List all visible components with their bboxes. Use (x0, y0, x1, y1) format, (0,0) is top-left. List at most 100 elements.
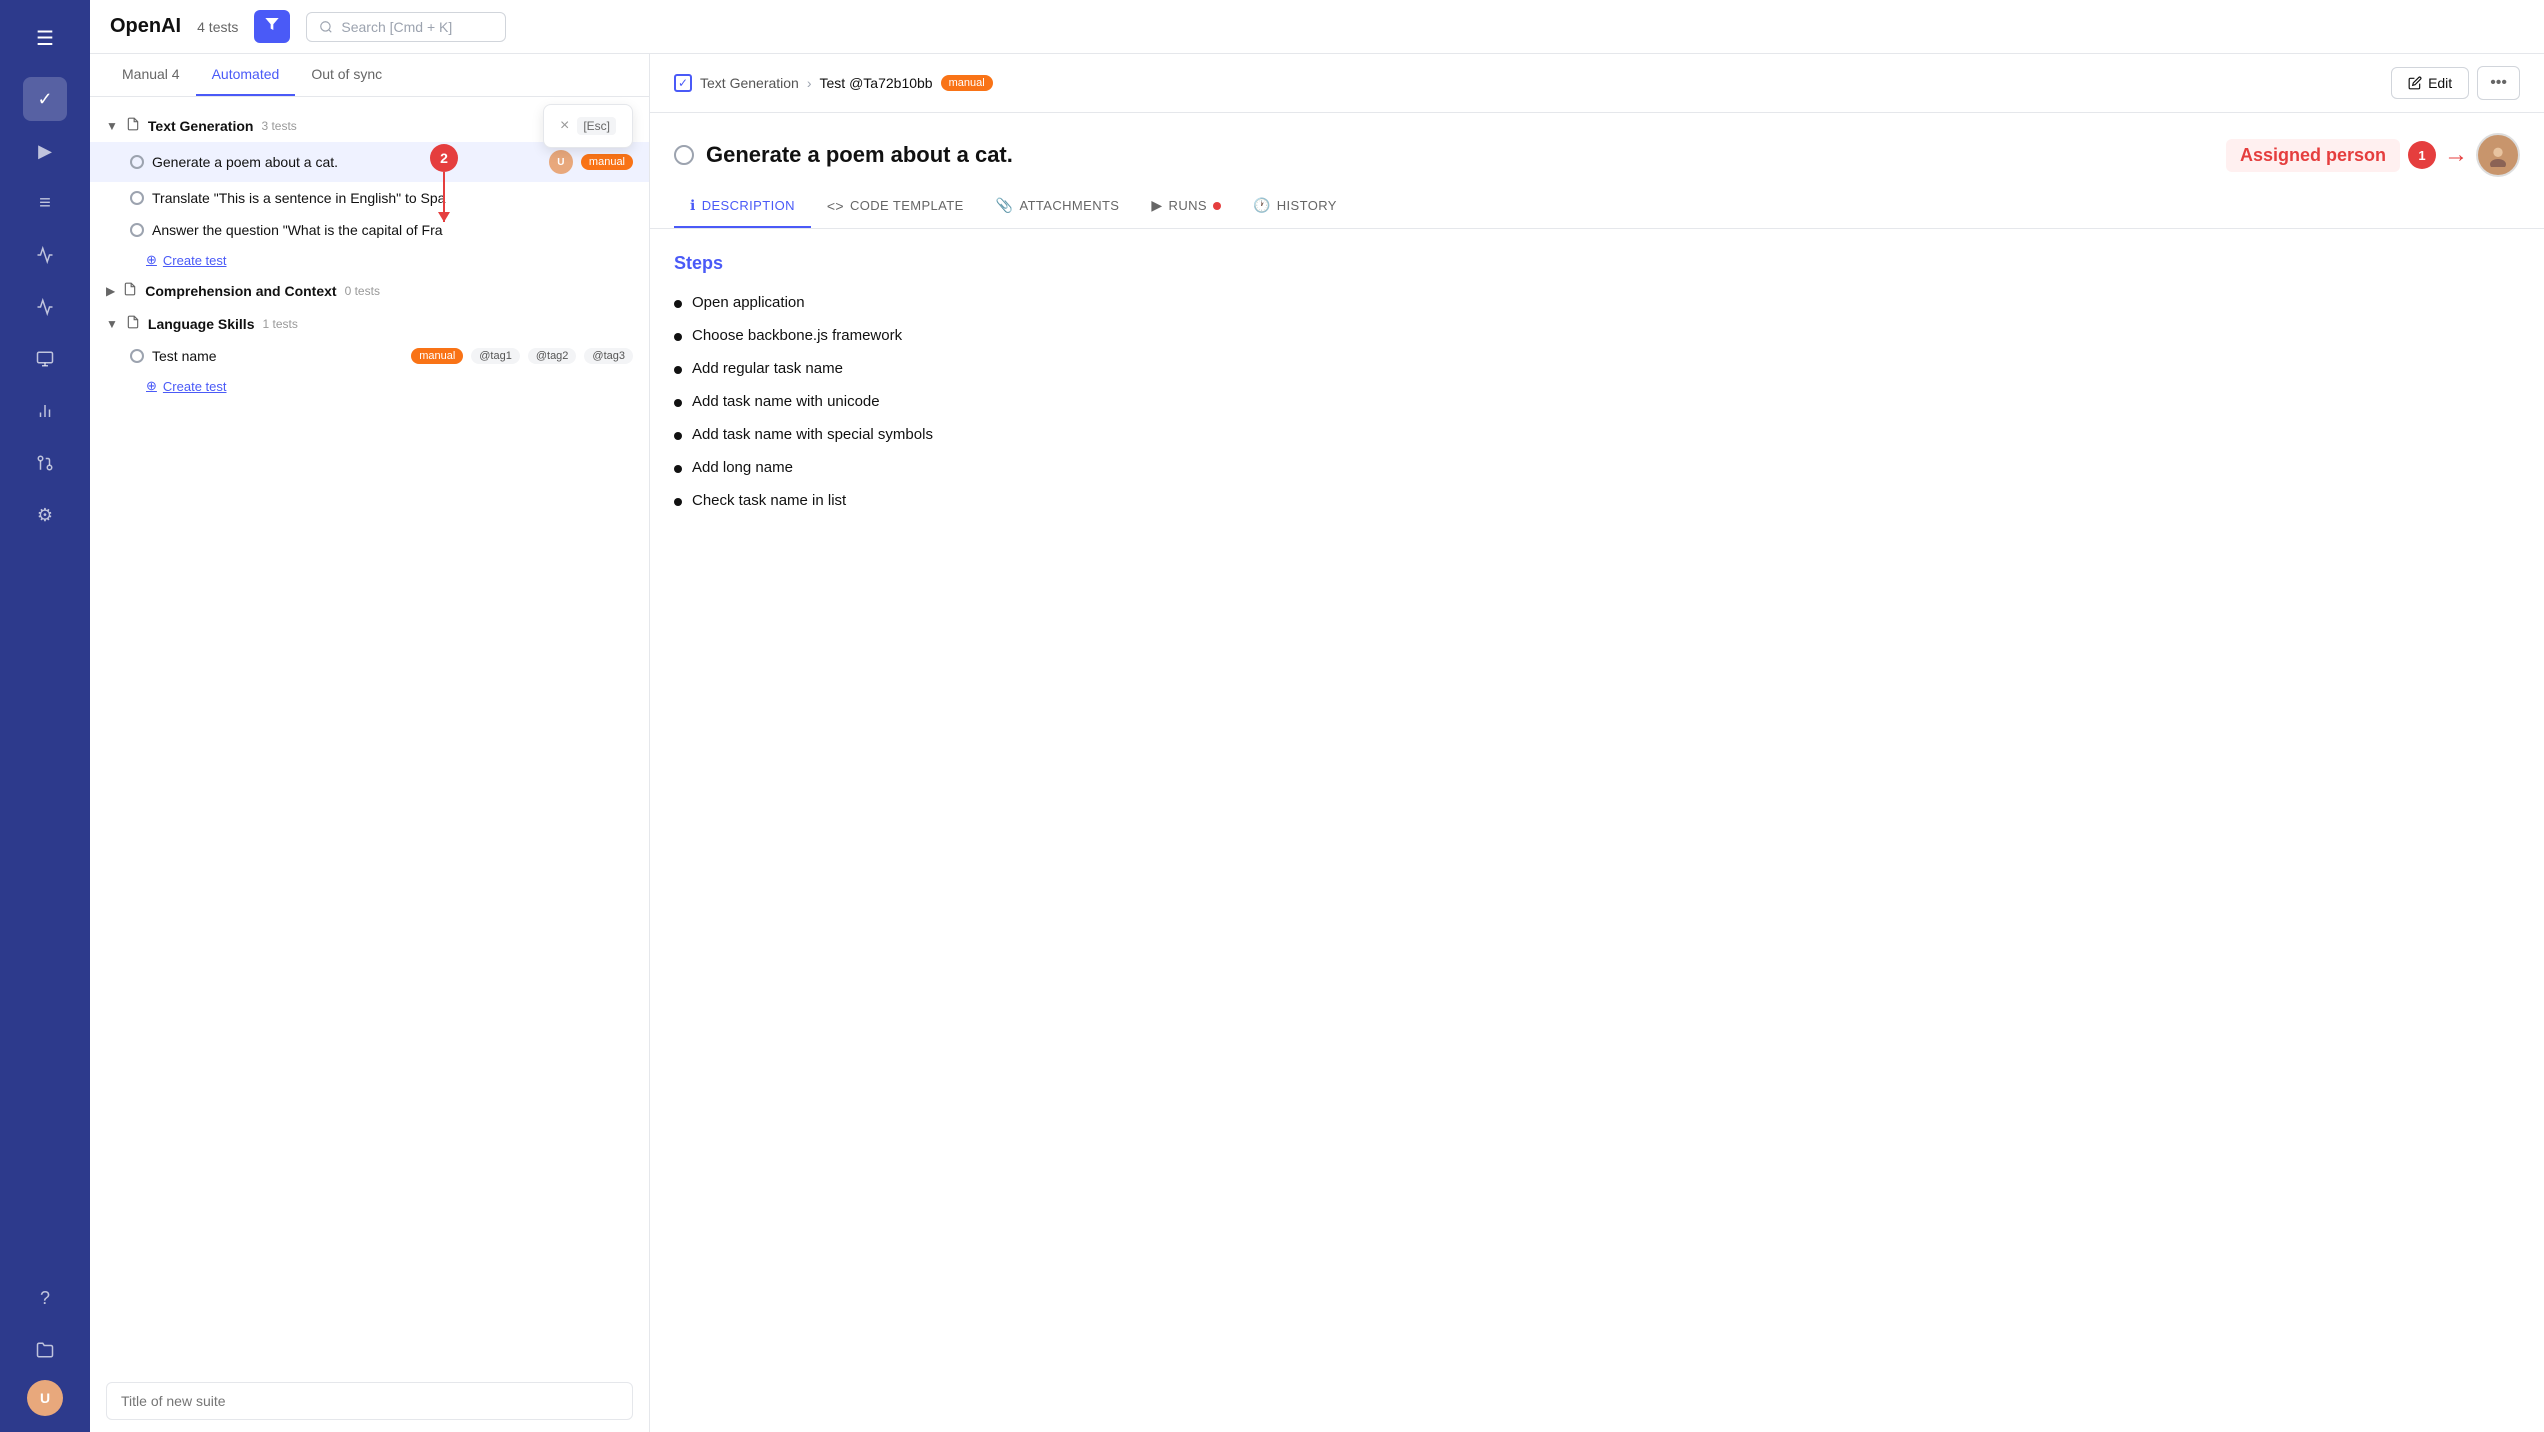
nav-icon-git[interactable] (23, 441, 67, 485)
chevron-icon: ▼ (106, 119, 118, 133)
test-item-capital[interactable]: Answer the question "What is the capital… (90, 214, 649, 246)
test-radio-icon (130, 349, 144, 363)
step-text: Check task name in list (692, 492, 846, 509)
nav-icon-help[interactable]: ? (23, 1276, 67, 1320)
tag-badge-3: @tag3 (584, 348, 633, 364)
tab-runs-label: RUNS (1169, 198, 1207, 213)
runs-badge-dot (1213, 202, 1221, 210)
test-name: Generate a poem about a cat. (152, 154, 541, 170)
nav-icon-steps[interactable] (23, 233, 67, 277)
assigned-person-highlight: Assigned person (2226, 139, 2400, 172)
assigned-avatar[interactable] (2476, 133, 2520, 177)
test-item-poem[interactable]: Generate a poem about a cat. U manual (90, 142, 649, 182)
avatar-image (2486, 143, 2510, 167)
tab-attachments[interactable]: 📎 ATTACHMENTS (980, 185, 1136, 228)
right-panel: ✓ Text Generation › Test @Ta72b10bb manu… (650, 54, 2544, 1432)
suite-name: Comprehension and Context (145, 283, 336, 299)
step-bullet-icon (674, 300, 682, 308)
test-radio-icon (130, 155, 144, 169)
assigned-arrow-icon: → (2444, 141, 2468, 169)
edit-button[interactable]: Edit (2391, 67, 2469, 99)
suite-icon (126, 117, 140, 134)
tab-code-template[interactable]: <> CODE TEMPLATE (811, 185, 980, 228)
title-radio-icon (674, 145, 694, 165)
nav-icon-list[interactable]: ≡ (23, 181, 67, 225)
step-item: Add long name (674, 459, 2520, 476)
code-icon: <> (827, 198, 844, 214)
tab-description[interactable]: ℹ DESCRIPTION (674, 185, 811, 228)
test-name: Test name (152, 348, 403, 364)
close-icon[interactable]: × (560, 117, 569, 135)
filter-button[interactable] (254, 10, 290, 43)
create-test-link-2[interactable]: ⊕ Create test (90, 372, 649, 400)
nav-icon-folder[interactable] (23, 1328, 67, 1372)
tests-count: 4 tests (197, 19, 238, 35)
assigned-person-area: Assigned person 1 → (2226, 133, 2520, 177)
history-icon: 🕐 (1253, 197, 1271, 214)
tab-attachments-label: ATTACHMENTS (1020, 198, 1120, 213)
test-item-translate[interactable]: Translate "This is a sentence in English… (90, 182, 649, 214)
left-panel: Manual 4 Automated Out of sync × [Esc] 2… (90, 54, 650, 1432)
annotation-badge: 2 (430, 144, 458, 172)
tag-badge-1: @tag1 (471, 348, 520, 364)
annotation-arrow (443, 172, 445, 222)
breadcrumb: ✓ Text Generation › Test @Ta72b10bb manu… (674, 74, 993, 92)
nav-icon-terminal[interactable] (23, 337, 67, 381)
more-button[interactable]: ••• (2477, 66, 2520, 100)
test-item-test-name[interactable]: Test name manual @tag1 @tag2 @tag3 (90, 340, 649, 372)
create-test-label: Create test (163, 253, 227, 268)
test-radio-icon (130, 223, 144, 237)
arrow-annotation: 2 (430, 144, 458, 222)
user-avatar-nav[interactable]: U (27, 1380, 63, 1416)
step-text: Choose backbone.js framework (692, 327, 902, 344)
suite-icon (123, 282, 137, 299)
search-icon (319, 20, 333, 34)
suite-icon (126, 315, 140, 332)
hamburger-menu[interactable]: ☰ (26, 16, 64, 61)
search-placeholder: Search [Cmd + K] (341, 19, 452, 35)
main-content: OpenAI 4 tests Search [Cmd + K] Manual 4… (90, 0, 2544, 1432)
suite-language-skills[interactable]: ▼ Language Skills 1 tests (90, 307, 649, 340)
breadcrumb-suite[interactable]: Text Generation (700, 75, 799, 91)
nav-icon-play[interactable]: ▶ (23, 129, 67, 173)
suite-count: 3 tests (261, 119, 296, 133)
step-item: Choose backbone.js framework (674, 327, 2520, 344)
step-text: Add long name (692, 459, 793, 476)
suite-name: Language Skills (148, 316, 255, 332)
step-bullet-icon (674, 399, 682, 407)
attachment-icon: 📎 (996, 197, 1014, 214)
breadcrumb-bar: ✓ Text Generation › Test @Ta72b10bb manu… (650, 54, 2544, 113)
nav-icon-analytics[interactable] (23, 285, 67, 329)
test-name: Answer the question "What is the capital… (152, 222, 633, 238)
edit-label: Edit (2428, 75, 2452, 91)
nav-icon-settings[interactable]: ⚙ (23, 493, 67, 537)
breadcrumb-test: Test @Ta72b10bb (820, 75, 933, 91)
test-title-text: Generate a poem about a cat. (706, 142, 1013, 168)
nav-icon-check[interactable]: ✓ (23, 77, 67, 121)
chevron-icon: ▶ (106, 284, 115, 298)
new-suite-input[interactable] (106, 1382, 633, 1420)
step-item: Check task name in list (674, 492, 2520, 509)
create-test-link-1[interactable]: ⊕ Create test (90, 246, 649, 274)
left-navigation: ☰ ✓ ▶ ≡ ⚙ ? U (0, 0, 90, 1432)
step-item: Add task name with unicode (674, 393, 2520, 410)
edit-icon (2408, 76, 2422, 90)
step-bullet-icon (674, 465, 682, 473)
runs-play-icon: ▶ (1151, 197, 1162, 214)
tab-automated[interactable]: Automated (196, 54, 296, 96)
manual-badge: manual (581, 154, 633, 170)
tab-manual[interactable]: Manual 4 (106, 54, 196, 96)
tab-history[interactable]: 🕐 HISTORY (1237, 185, 1353, 228)
step-text: Open application (692, 294, 805, 311)
breadcrumb-badge: manual (941, 75, 993, 91)
app-title: OpenAI (110, 15, 181, 38)
nav-icon-chart[interactable] (23, 389, 67, 433)
steps-content: Steps Open application Choose backbone.j… (650, 229, 2544, 1432)
breadcrumb-chevron-icon: › (807, 75, 812, 91)
assigned-badge: 1 (2408, 141, 2436, 169)
test-radio-icon (130, 191, 144, 205)
tab-out-of-sync[interactable]: Out of sync (295, 54, 398, 96)
search-box[interactable]: Search [Cmd + K] (306, 12, 506, 42)
suite-comprehension[interactable]: ▶ Comprehension and Context 0 tests (90, 274, 649, 307)
tab-runs[interactable]: ▶ RUNS (1135, 185, 1237, 228)
